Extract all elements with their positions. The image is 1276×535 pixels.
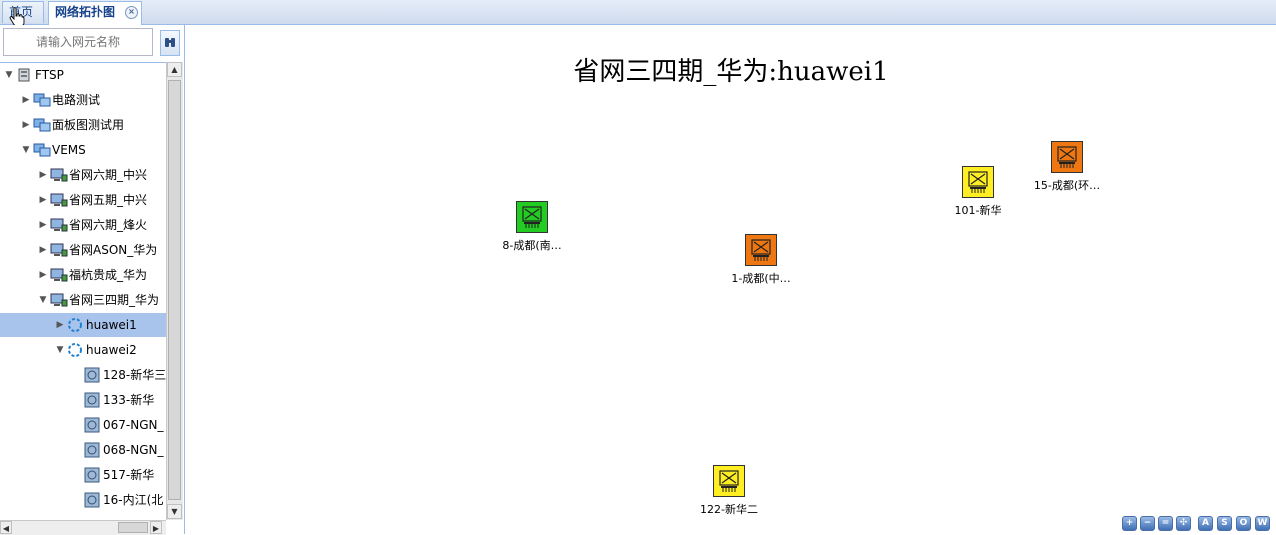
tree-node[interactable]: ▼ FTSP	[0, 63, 166, 87]
network-element-node[interactable]	[745, 234, 777, 266]
network-element-label: 101-新华	[954, 204, 1002, 217]
tree-node[interactable]: ▶ 电路测试	[0, 88, 166, 112]
optical-switch-icon	[751, 239, 771, 261]
binoculars-icon	[165, 38, 175, 47]
tree-node-label: FTSP	[35, 68, 64, 82]
layout-w-button[interactable]: W	[1255, 516, 1270, 531]
collapse-arrow-icon[interactable]: ▼	[21, 138, 31, 162]
layout-a-button[interactable]: A	[1198, 516, 1213, 531]
tree-node[interactable]: ▼ VEMS	[0, 138, 166, 162]
collapse-arrow-icon[interactable]: ▼	[55, 338, 65, 362]
tree-node-label: 省网五期_中兴	[69, 193, 148, 207]
tree-node-label: 省网ASON_华为	[69, 243, 158, 257]
tree-node[interactable]: 068-NGN_	[0, 438, 166, 462]
tree-node-label: 133-新华	[103, 393, 155, 407]
tree-node[interactable]: 067-NGN_	[0, 413, 166, 437]
scroll-down-icon[interactable]: ▼	[167, 504, 182, 519]
collapse-arrow-icon[interactable]: ▼	[38, 288, 48, 312]
tree-node-label: huawei2	[86, 343, 137, 357]
layout-o-button[interactable]: O	[1236, 516, 1251, 531]
network-tree: ▼ FTSP ▶ 电路测试 ▶ 面板图测试用 ▼ VEMS ▶ 省网六期_中兴 ▶ 省网五期_中兴 ▶ 省…	[0, 62, 166, 521]
network-element-label: 1-成都(中…	[731, 272, 791, 285]
zoom-in-icon[interactable]: +	[1122, 516, 1137, 531]
scroll-left-icon[interactable]: ◀	[0, 521, 12, 534]
expand-arrow-icon[interactable]: ▶	[38, 213, 48, 237]
optical-switch-icon	[1057, 146, 1077, 168]
tree-node[interactable]: 128-新华三	[0, 363, 166, 387]
network-element-node[interactable]	[1051, 141, 1083, 173]
expand-arrow-icon[interactable]: ▶	[21, 88, 31, 112]
network-element-label: 8-成都(南…	[502, 239, 562, 252]
tree-node[interactable]: ▶ 省网五期_中兴	[0, 188, 166, 212]
scroll-up-icon[interactable]: ▲	[167, 62, 182, 77]
tree-node[interactable]: ▼ huawei2	[0, 338, 166, 362]
zoom-toolbar: + − = ✣ A S O W	[1122, 516, 1272, 532]
zoom-out-icon[interactable]: −	[1140, 516, 1155, 531]
tree-node-label: 067-NGN_	[103, 418, 164, 432]
tab-strip: 首页 网络拓扑图 ×	[0, 0, 1276, 27]
optical-switch-icon	[522, 206, 542, 228]
tree-node-label: huawei1	[86, 318, 137, 332]
network-element-label: 15-成都(环…	[1033, 179, 1101, 192]
expand-arrow-icon[interactable]: ▶	[38, 238, 48, 262]
tree-node-label: 省网六期_烽火	[69, 218, 148, 232]
topology-canvas[interactable]: 省网三四期_华为:huawei1 + − = ✣ A S O W 8-成都(南… 1-成都(中……	[186, 25, 1276, 534]
network-element-node[interactable]	[962, 166, 994, 198]
navigation-panel: ▼ FTSP ▶ 电路测试 ▶ 面板图测试用 ▼ VEMS ▶ 省网六期_中兴 ▶ 省网五期_中兴 ▶ 省…	[0, 25, 185, 535]
tree-node[interactable]: ▶ 福杭贵成_华为	[0, 263, 166, 287]
tree-node-label: 福杭贵成_华为	[69, 268, 148, 282]
tree-node-label: 省网六期_中兴	[69, 168, 148, 182]
optical-switch-icon	[719, 470, 739, 492]
expand-arrow-icon[interactable]: ▶	[21, 113, 31, 137]
tree-node[interactable]: ▶ 面板图测试用	[0, 113, 166, 137]
tree-vertical-scrollbar[interactable]: ▲ ▼	[166, 62, 183, 520]
tab-network-topology[interactable]: 网络拓扑图 ×	[48, 1, 142, 25]
tree-node-label: 面板图测试用	[52, 118, 125, 132]
tree-node-label: 068-NGN_	[103, 443, 164, 457]
network-element-label: 122-新华二	[700, 503, 758, 516]
tree-node-label: VEMS	[52, 143, 86, 157]
tree-node-label: 电路测试	[52, 93, 101, 107]
tab-topology-label: 网络拓扑图	[55, 5, 116, 19]
zoom-reset-icon[interactable]: =	[1158, 516, 1173, 531]
layout-s-button[interactable]: S	[1217, 516, 1232, 531]
close-icon[interactable]: ×	[125, 6, 138, 19]
tree-node[interactable]: ▶ 省网ASON_华为	[0, 238, 166, 262]
tree-node-label: 省网三四期_华为	[69, 293, 160, 307]
tree-node[interactable]: ▶ huawei1	[0, 313, 166, 337]
tree-node[interactable]: 133-新华	[0, 388, 166, 412]
expand-arrow-icon[interactable]: ▶	[38, 188, 48, 212]
optical-switch-icon	[968, 171, 988, 193]
network-element-node[interactable]	[713, 465, 745, 497]
tree-node[interactable]: ▶ 省网六期_中兴	[0, 163, 166, 187]
tree-node[interactable]: 517-新华	[0, 463, 166, 487]
fit-view-icon[interactable]: ✣	[1176, 516, 1191, 531]
network-element-node[interactable]	[516, 201, 548, 233]
tree-node-label: 128-新华三	[103, 368, 166, 382]
expand-arrow-icon[interactable]: ▶	[38, 263, 48, 287]
scroll-right-icon[interactable]: ▶	[150, 521, 162, 534]
tree-node-label: 16-内江(北	[103, 493, 164, 507]
tree-node[interactable]: ▼ 省网三四期_华为	[0, 288, 166, 312]
search-input[interactable]	[3, 28, 153, 56]
hand-cursor-icon	[9, 7, 25, 27]
topology-title: 省网三四期_华为:huawei1	[573, 57, 889, 87]
scroll-thumb[interactable]	[168, 80, 181, 500]
tree-node[interactable]: 16-内江(北	[0, 488, 166, 512]
search-button[interactable]	[160, 30, 180, 56]
expand-arrow-icon[interactable]: ▶	[55, 313, 65, 337]
tree-horizontal-scrollbar[interactable]: ◀ ▶	[0, 520, 166, 535]
horizontal-scroll-thumb[interactable]	[118, 522, 148, 533]
collapse-arrow-icon[interactable]: ▼	[4, 63, 14, 87]
tree-node-label: 517-新华	[103, 468, 155, 482]
expand-arrow-icon[interactable]: ▶	[38, 163, 48, 187]
network-element-icon	[84, 492, 100, 516]
tree-node[interactable]: ▶ 省网六期_烽火	[0, 213, 166, 237]
